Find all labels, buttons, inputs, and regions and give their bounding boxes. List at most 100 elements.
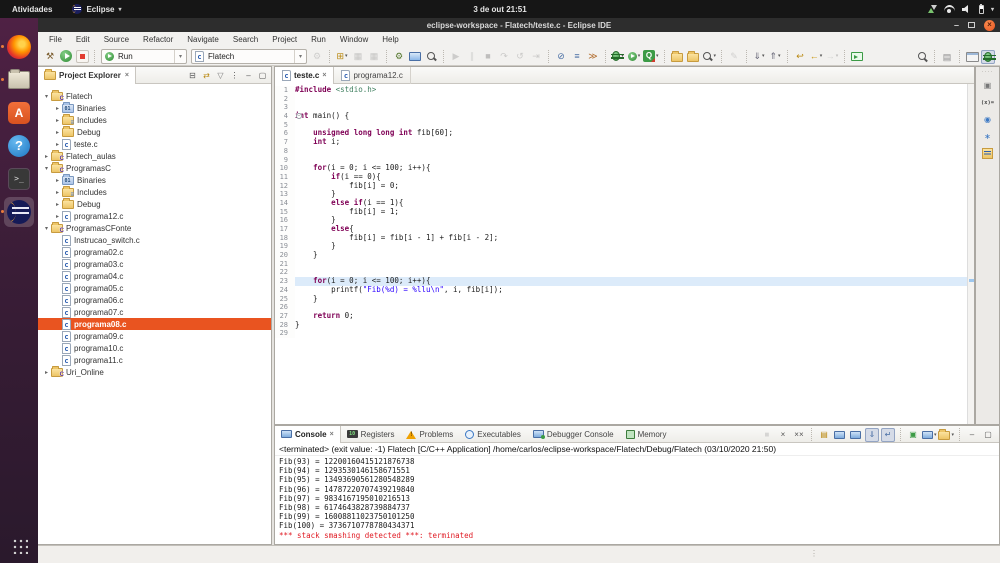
menu-help[interactable]: Help	[375, 32, 405, 47]
minimize-button[interactable]: –	[954, 22, 959, 28]
word-wrap-icon[interactable]: ↵	[881, 428, 895, 442]
collapse-arrow-icon[interactable]: ▾	[42, 93, 51, 100]
dropdown-arrow-icon[interactable]: ▾	[714, 49, 717, 63]
perspective-debug-icon[interactable]	[981, 50, 995, 64]
close-icon[interactable]: ×	[125, 72, 129, 79]
editor-tab-programa12.c[interactable]: programa12.c	[334, 67, 410, 84]
dropdown-arrow-icon[interactable]: ▾	[934, 428, 937, 442]
restore-view-icon[interactable]: ▣	[984, 80, 992, 91]
tree-item-Binaries[interactable]: ▸Binaries	[38, 174, 271, 186]
dock-item-show-applications[interactable]	[4, 530, 34, 560]
maximize-view-icon[interactable]: ▢	[981, 428, 995, 442]
last-edit-location-icon[interactable]: ↩	[793, 49, 807, 63]
code-line-6[interactable]: 6 unsigned long long int fib[60];	[275, 129, 967, 138]
debug-icon[interactable]: ▾	[611, 49, 625, 63]
maximize-icon[interactable]: ▢	[257, 71, 268, 80]
dock-item-help[interactable]: ?	[4, 131, 34, 161]
expand-arrow-icon[interactable]: ▸	[53, 201, 62, 208]
code-line-18[interactable]: 18 fib[i] = fib[i - 1] + fib[i - 2];	[275, 234, 967, 243]
open-new-window-icon[interactable]	[850, 49, 864, 63]
coverage-icon[interactable]: Q▾	[643, 49, 659, 63]
menu-run[interactable]: Run	[304, 32, 333, 47]
tree-item-programa02.c[interactable]: programa02.c	[38, 246, 271, 258]
expand-arrow-icon[interactable]: ▸	[53, 213, 62, 220]
open-console-view-icon[interactable]	[408, 49, 422, 63]
console-tab-registers[interactable]: Registers	[341, 426, 401, 443]
console-tab-console[interactable]: Console×	[275, 426, 341, 443]
console-tab-debugger-console[interactable]: Debugger Console	[527, 426, 620, 443]
clock[interactable]: 3 de out 21:51	[0, 5, 1000, 14]
dropdown-arrow-icon[interactable]: ▾	[778, 49, 781, 63]
show-breakpoint-types-icon[interactable]: ≡	[570, 49, 584, 63]
run-as-icon[interactable]: ▾	[627, 49, 641, 63]
menu-refactor[interactable]: Refactor	[136, 32, 180, 47]
new-wizard-icon[interactable]: ⊞▾	[335, 49, 349, 63]
remove-all-launches-icon[interactable]: ××	[792, 428, 806, 442]
build-all-icon[interactable]: ⚙	[392, 49, 406, 63]
stop-button-icon[interactable]	[75, 49, 89, 63]
dock-item-eclipse[interactable]	[4, 197, 34, 227]
menu-navigate[interactable]: Navigate	[180, 32, 226, 47]
outline-icon[interactable]	[982, 148, 993, 159]
skip-all-breakpoints-icon[interactable]: ⊘	[554, 49, 568, 63]
code-line-3[interactable]: 3	[275, 103, 967, 112]
variables-icon[interactable]: (x)=	[981, 97, 994, 108]
view-menu-icon[interactable]: ⋮	[229, 71, 240, 80]
overview-ruler[interactable]	[967, 84, 974, 424]
tree-item-ProgramasCFonte[interactable]: ▾ProgramasCFonte	[38, 222, 271, 234]
tree-item-Flatech[interactable]: ▾Flatech	[38, 90, 271, 102]
remove-launch-icon[interactable]: ×	[776, 428, 790, 442]
tree-item-Instrucao_switch.c[interactable]: Instrucao_switch.c	[38, 234, 271, 246]
tree-item-Uri_Online[interactable]: ▸Uri_Online	[38, 366, 271, 378]
minimize-icon[interactable]: –	[243, 71, 254, 80]
code-line-24[interactable]: 24 printf("Fib(%d) = %llu\n", i, fib[i])…	[275, 286, 967, 295]
window-titlebar[interactable]: eclipse-workspace - Flatech/teste.c - Ec…	[38, 18, 1000, 32]
code-line-28[interactable]: 28}	[275, 321, 967, 330]
close-icon[interactable]: ×	[330, 431, 334, 438]
dropdown-arrow-icon[interactable]: ▾	[345, 49, 348, 63]
run-configurations-combo[interactable]: Run▾	[101, 49, 187, 64]
dock-item-terminal[interactable]: >_	[4, 164, 34, 194]
code-line-4[interactable]: 4int main() {	[275, 112, 967, 121]
breakpoints-icon[interactable]: ◉	[984, 114, 991, 125]
tree-item-Includes[interactable]: ▸Includes	[38, 186, 271, 198]
tree-item-teste.c[interactable]: ▸teste.c	[38, 138, 271, 150]
link-with-editor-icon[interactable]: ⇄	[201, 71, 212, 80]
tree-item-programa10.c[interactable]: programa10.c	[38, 342, 271, 354]
tree-item-programa12.c[interactable]: ▸programa12.c	[38, 210, 271, 222]
dropdown-arrow-icon[interactable]: ▾	[951, 428, 954, 442]
open-console-icon[interactable]: ▾	[938, 428, 954, 442]
pin-console-icon[interactable]: ▣	[906, 428, 920, 442]
console-tab-problems[interactable]: Problems	[400, 426, 459, 443]
scroll-lock-icon[interactable]: ⇓	[865, 428, 879, 442]
tree-item-programa07.c[interactable]: programa07.c	[38, 306, 271, 318]
expand-arrow-icon[interactable]: ▸	[53, 117, 62, 124]
build-hammer-icon[interactable]: ⚒	[43, 49, 57, 63]
console-output[interactable]: Fib(93) = 12200160415121876738Fib(94) = …	[275, 456, 999, 540]
code-line-8[interactable]: 8	[275, 147, 967, 156]
tree-item-Flatech_aulas[interactable]: ▸Flatech_aulas	[38, 150, 271, 162]
tree-item-programa08.c[interactable]: programa08.c	[38, 318, 271, 330]
expand-arrow-icon[interactable]: ▸	[42, 369, 51, 376]
open-element-icon[interactable]	[424, 49, 438, 63]
expand-arrow-icon[interactable]: ▸	[53, 141, 62, 148]
expand-arrow-icon[interactable]: ▸	[53, 129, 62, 136]
expand-arrow-icon[interactable]: ▸	[53, 177, 62, 184]
close-button[interactable]: ×	[984, 20, 995, 31]
expand-arrow-icon[interactable]: ▸	[53, 189, 62, 196]
menu-source[interactable]: Source	[97, 32, 136, 47]
tree-item-Binaries[interactable]: ▸Binaries	[38, 102, 271, 114]
collapse-all-icon[interactable]: ⊟	[187, 71, 198, 80]
clear-console-icon[interactable]: ▤	[817, 428, 831, 442]
menu-file[interactable]: File	[42, 32, 69, 47]
dock-item-ubuntu-software[interactable]: A	[4, 98, 34, 128]
tab-project-explorer[interactable]: Project Explorer ×	[38, 67, 136, 84]
system-tray[interactable]: ▾	[928, 0, 994, 18]
code-line-29[interactable]: 29	[275, 329, 967, 338]
tree-item-programa05.c[interactable]: programa05.c	[38, 282, 271, 294]
expand-arrow-icon[interactable]: ▸	[42, 153, 51, 160]
menu-project[interactable]: Project	[265, 32, 304, 47]
code-line-1[interactable]: 1#include <stdio.h>	[275, 86, 967, 95]
dropdown-arrow-icon[interactable]: ▾	[638, 49, 641, 63]
tree-item-Includes[interactable]: ▸Includes	[38, 114, 271, 126]
